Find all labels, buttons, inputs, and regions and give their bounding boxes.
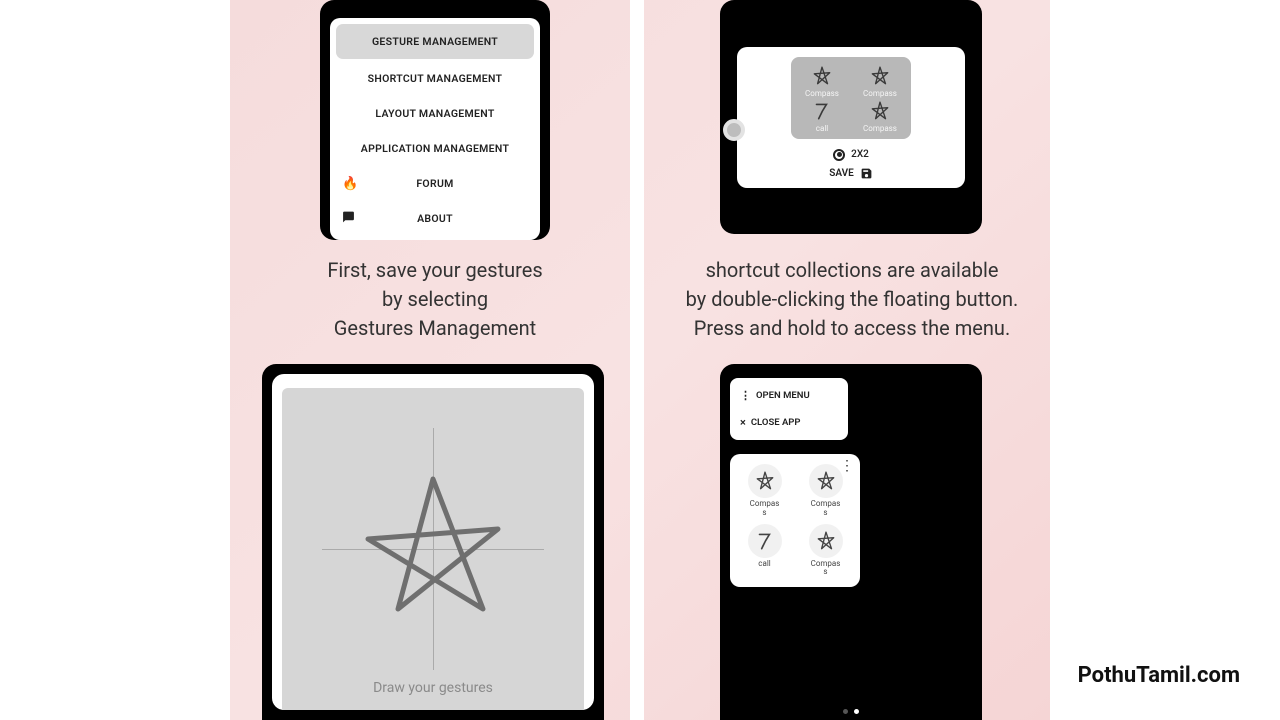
menu-item-label: APPLICATION MANAGEMENT: [361, 142, 509, 155]
grid-cell-1[interactable]: Compass: [853, 65, 907, 98]
grid-cell-label: Compass: [863, 89, 897, 98]
shortcut-label: call: [758, 560, 770, 569]
gesture-thumb: [809, 524, 843, 558]
grid-cell-0[interactable]: Compass: [795, 65, 849, 98]
shortcut-cell-0[interactable]: Compass: [738, 464, 791, 518]
menu-item-label: LAYOUT MANAGEMENT: [375, 107, 494, 120]
screenshot-grid-layout: Compass Compass call Compass 2X2 SAVE: [720, 0, 982, 234]
flame-icon: 🔥: [342, 176, 359, 191]
menu-item-label: GESTURE MANAGEMENT: [372, 35, 498, 48]
menu-item-1[interactable]: SHORTCUT MANAGEMENT: [330, 61, 540, 96]
chat-icon: [342, 210, 355, 227]
menu-item-3[interactable]: APPLICATION MANAGEMENT: [330, 131, 540, 166]
gesture-thumb: [748, 464, 782, 498]
grid-cell-label: Compass: [805, 89, 839, 98]
draw-card: Draw your gestures: [272, 374, 594, 710]
canvas-hint: Draw your gestures: [282, 680, 584, 696]
caption-right: shortcut collections are availableby dou…: [642, 256, 1062, 343]
page-dot: [843, 709, 848, 714]
shortcut-label: Compass: [750, 500, 780, 518]
settings-menu: GESTURE MANAGEMENT SHORTCUT MANAGEMENT LAY…: [330, 18, 540, 240]
more-icon[interactable]: ⋮: [840, 458, 854, 474]
popup-item-icon: ×: [740, 417, 746, 428]
gutter: [630, 0, 644, 720]
gesture-thumb: [748, 524, 782, 558]
shortcut-cell-3[interactable]: Compass: [799, 524, 852, 578]
drawn-star-gesture: [338, 459, 528, 639]
popup-menu-item-1[interactable]: × CLOSE APP: [730, 409, 848, 436]
gesture-thumb: [809, 464, 843, 498]
menu-item-2[interactable]: LAYOUT MANAGEMENT: [330, 96, 540, 131]
save-button[interactable]: SAVE: [829, 167, 873, 180]
shortcut-label: Compass: [811, 500, 841, 518]
grid-cell-label: call: [816, 124, 828, 133]
longpress-menu: ⋮ OPEN MENU × CLOSE APP: [730, 378, 848, 440]
screenshot-floating-popup: ⋮ OPEN MENU × CLOSE APP ⋮ Compass Compass cal…: [720, 364, 982, 720]
caption-left: First, save your gesturesby selectingGes…: [260, 256, 610, 343]
menu-item-4[interactable]: 🔥 FORUM: [330, 166, 540, 201]
shortcut-collection-card: ⋮ Compass Compass call Compass: [730, 454, 860, 587]
save-icon: [860, 167, 873, 180]
shortcut-label: Compass: [811, 560, 841, 578]
floating-button-handle[interactable]: [723, 119, 745, 141]
page-indicator: [720, 709, 982, 714]
layout-size-label: 2X2: [851, 149, 869, 160]
menu-item-label: FORUM: [416, 177, 453, 190]
watermark: PothuTamil.com: [1078, 663, 1240, 688]
radio-selected-icon: [833, 149, 845, 161]
gesture-canvas[interactable]: Draw your gestures: [282, 388, 584, 710]
screenshot-menu: GESTURE MANAGEMENT SHORTCUT MANAGEMENT LAY…: [320, 0, 550, 240]
save-label: SAVE: [829, 168, 854, 179]
shortcut-grid-2x2: Compass Compass call Compass: [791, 57, 911, 139]
menu-item-label: ABOUT: [417, 212, 453, 225]
page-dot-active: [854, 709, 859, 714]
popup-item-label: OPEN MENU: [756, 390, 810, 401]
layout-size-option[interactable]: 2X2: [833, 149, 869, 161]
popup-menu-item-0[interactable]: ⋮ OPEN MENU: [730, 382, 848, 409]
menu-item-label: SHORTCUT MANAGEMENT: [368, 72, 503, 85]
shortcut-cell-2[interactable]: call: [738, 524, 791, 578]
grid-cell-2[interactable]: call: [795, 100, 849, 133]
menu-item-0[interactable]: GESTURE MANAGEMENT: [336, 24, 534, 59]
grid-cell-3[interactable]: Compass: [853, 100, 907, 133]
layout-editor-card: Compass Compass call Compass 2X2 SAVE: [737, 47, 965, 188]
popup-item-label: CLOSE APP: [751, 417, 801, 428]
grid-cell-label: Compass: [863, 124, 897, 133]
popup-item-icon: ⋮: [740, 390, 751, 401]
menu-item-5[interactable]: ABOUT: [330, 201, 540, 236]
screenshot-draw-gesture: Draw your gestures: [262, 364, 604, 720]
